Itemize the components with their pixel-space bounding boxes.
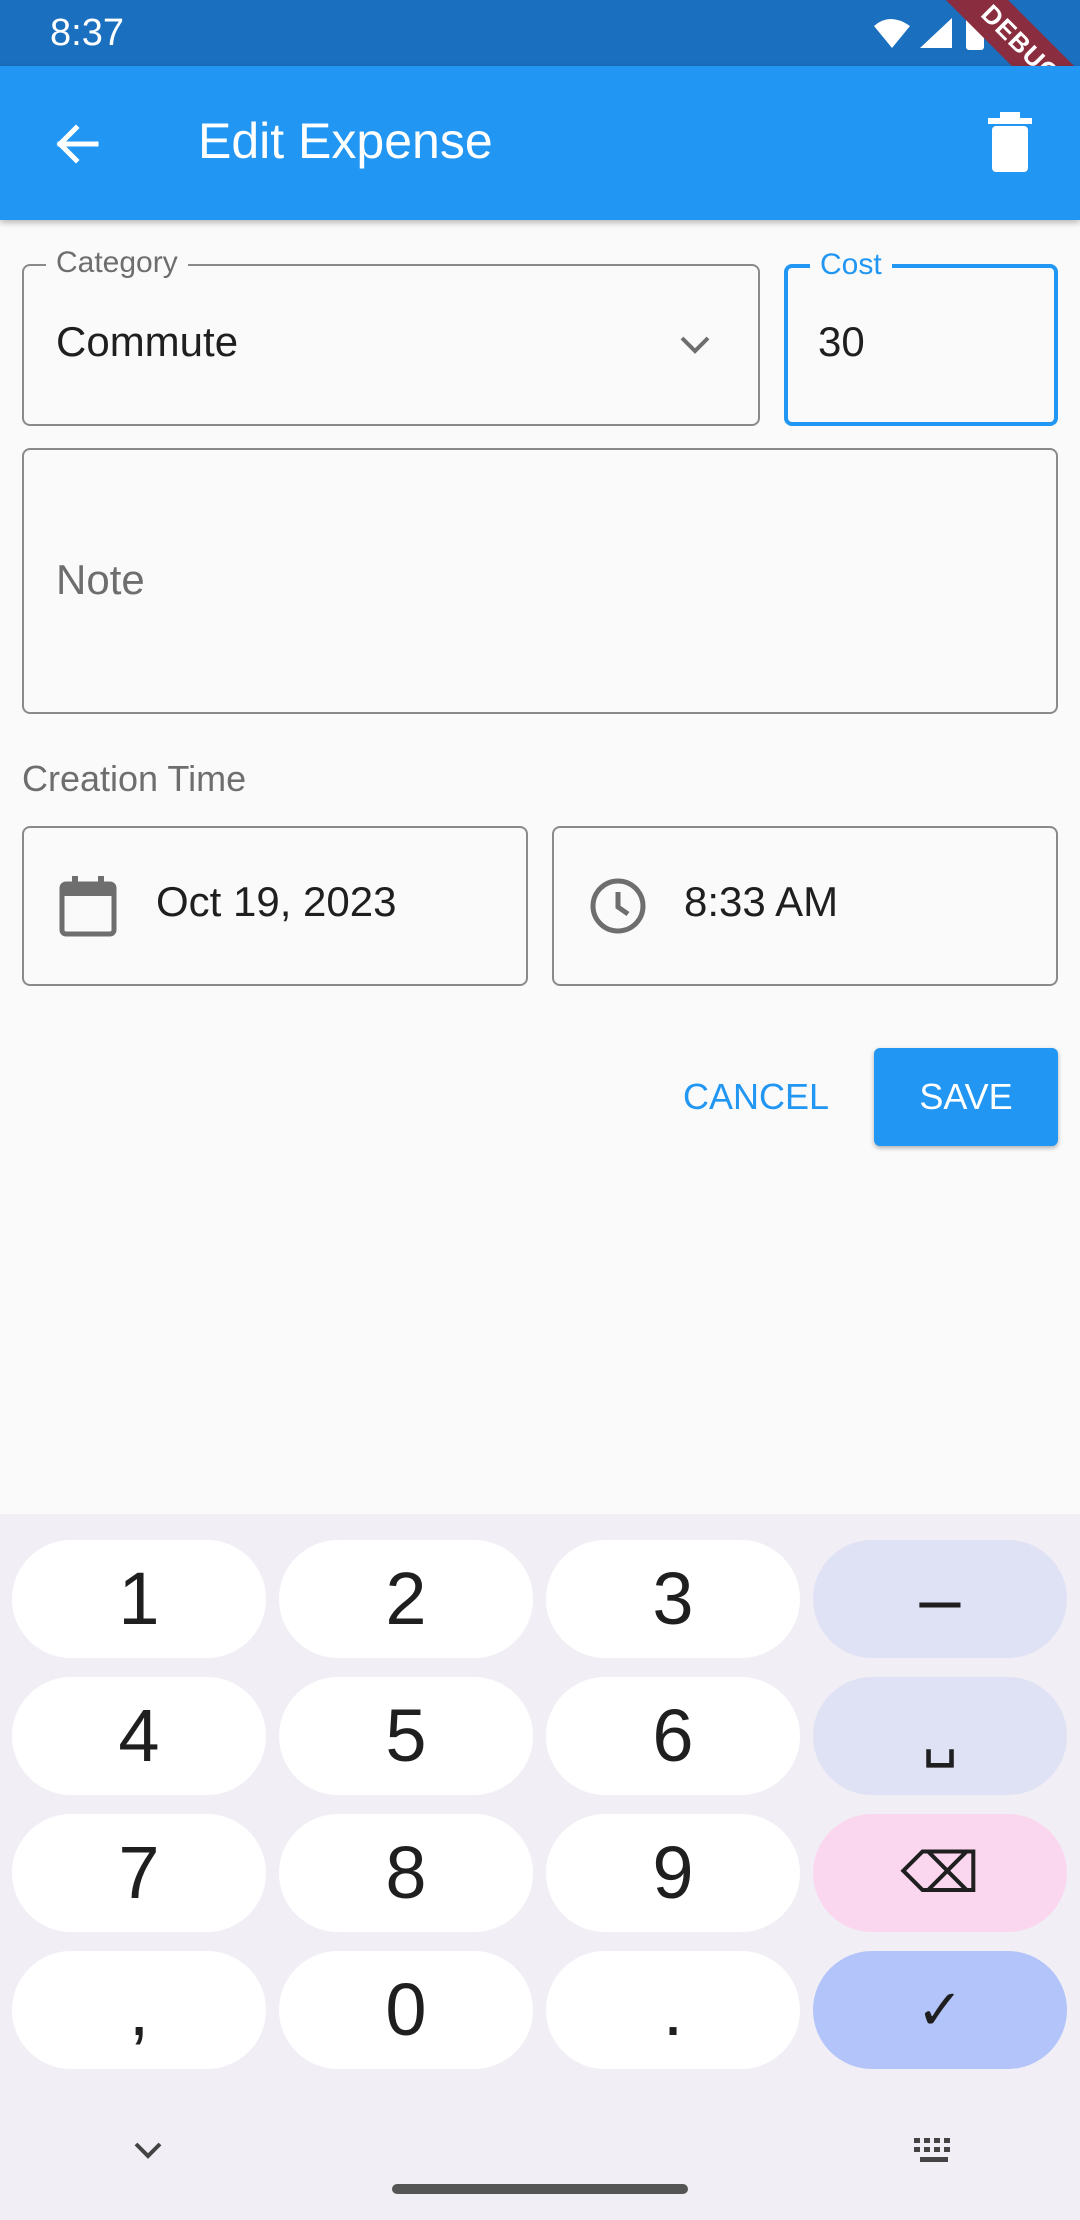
key-backspace[interactable]: ⌫ [813,1814,1067,1932]
signal-icon [920,18,952,48]
chevron-down-icon [680,336,710,354]
trash-icon[interactable] [982,110,1038,174]
key-space[interactable]: ␣ [813,1677,1067,1795]
key-4[interactable]: 4 [12,1677,266,1795]
key-7[interactable]: 7 [12,1814,266,1932]
key-9[interactable]: 9 [546,1814,800,1932]
status-time: 8:37 [50,12,124,54]
hide-keyboard-icon[interactable] [128,2130,168,2170]
note-field[interactable]: Note [22,448,1058,714]
save-button[interactable]: SAVE [874,1048,1058,1146]
home-indicator [392,2184,688,2194]
time-picker[interactable]: 8:33 AM [552,826,1058,986]
category-label: Category [46,246,188,280]
key-8[interactable]: 8 [279,1814,533,1932]
keyboard-icon[interactable] [912,2136,956,2166]
time-value: 8:33 AM [684,878,839,925]
key-comma[interactable]: , [12,1951,266,2069]
category-value: Commute [56,318,239,365]
wifi-icon [874,19,910,48]
key-3[interactable]: 3 [546,1540,800,1658]
key-5[interactable]: 5 [279,1677,533,1795]
note-placeholder: Note [56,556,145,603]
key-minus[interactable]: – [813,1540,1067,1658]
key-2[interactable]: 2 [279,1540,533,1658]
status-bar: 8:37 [0,0,1080,66]
cost-label: Cost [810,248,892,282]
page-title: Edit Expense [198,113,493,169]
category-dropdown[interactable]: Category Commute [22,246,760,426]
app-bar: Edit Expense [0,66,1080,220]
date-value: Oct 19, 2023 [156,878,397,925]
creation-time-label: Creation Time [22,758,247,799]
date-picker[interactable]: Oct 19, 2023 [22,826,528,986]
arrow-back-icon[interactable] [50,116,106,172]
cancel-button[interactable]: CANCEL [664,1048,848,1146]
cost-value: 30 [818,318,865,365]
key-0[interactable]: 0 [279,1951,533,2069]
key-period[interactable]: . [546,1951,800,2069]
key-done[interactable]: ✓ [813,1951,1067,2069]
cost-field[interactable]: Cost 30 [784,248,1058,426]
clock-icon [590,878,646,934]
numeric-keyboard: 1 2 3 – 4 5 6 ␣ 7 8 9 ⌫ , 0 . ✓ [0,1514,1080,2220]
calendar-icon [59,876,117,937]
key-6[interactable]: 6 [546,1677,800,1795]
key-1[interactable]: 1 [12,1540,266,1658]
